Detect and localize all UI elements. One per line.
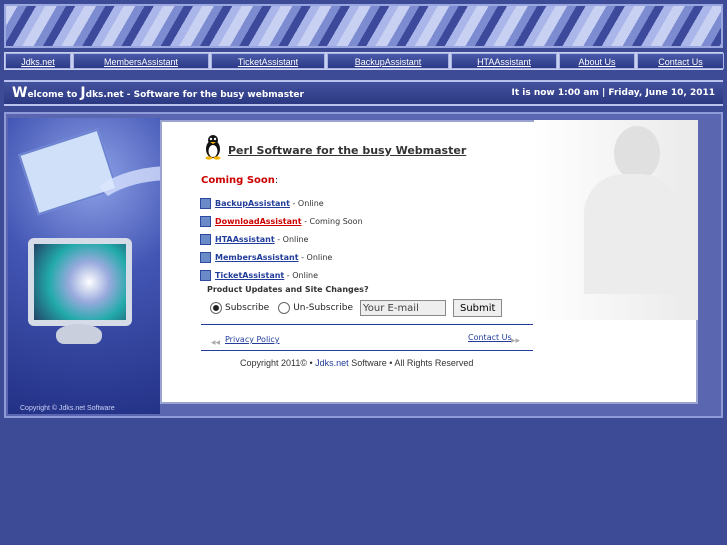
page-title: Perl Software for the busy Webmaster	[228, 144, 467, 157]
nav-htaassistant[interactable]: HTAAssistant	[451, 53, 557, 69]
divider-top	[201, 324, 533, 325]
bullet-icon	[200, 270, 211, 281]
subscribe-radio[interactable]	[210, 302, 222, 314]
contact-us-link[interactable]: Contact Us	[468, 333, 512, 342]
product-link-backupassistant[interactable]: BackupAssistant	[215, 199, 290, 208]
product-link-htaassistant[interactable]: HTAAssistant	[215, 235, 275, 244]
nav-about-us[interactable]: About Us	[559, 53, 635, 69]
nav-backupassistant[interactable]: BackupAssistant	[327, 53, 449, 69]
submit-button[interactable]: Submit	[452, 299, 503, 317]
welcome-text: Welcome to Jdks.net - Software for the b…	[12, 85, 304, 101]
updates-heading: Product Updates and Site Changes?	[207, 285, 369, 294]
art-copyright: Copyright © Jdks.net Software	[20, 405, 115, 412]
right-arrow-icon: ▸▸	[511, 336, 521, 346]
copyright-text: Copyright 2011© • Jdks.net Software • Al…	[240, 358, 474, 368]
subscribe-form: Subscribe Un-Subscribe Submit	[210, 299, 503, 317]
monitor-graphic	[28, 238, 132, 326]
welcome-bar: Welcome to Jdks.net - Software for the b…	[4, 80, 723, 106]
product-link-membersassistant[interactable]: MembersAssistant	[215, 253, 299, 262]
email-input[interactable]	[359, 300, 446, 316]
list-item: DownloadAssistant - Coming Soon	[200, 216, 363, 227]
left-arrow-icon: ◂◂	[211, 338, 221, 348]
header-banner	[4, 4, 723, 48]
nav-membersassistant[interactable]: MembersAssistant	[73, 53, 209, 69]
list-item: BackupAssistant - Online	[200, 198, 324, 209]
divider-bottom	[201, 350, 533, 351]
list-item: MembersAssistant - Online	[200, 252, 332, 263]
bullet-icon	[200, 216, 211, 227]
nav-ticketassistant[interactable]: TicketAssistant	[211, 53, 325, 69]
unsubscribe-radio[interactable]	[278, 302, 291, 314]
list-item: TicketAssistant - Online	[200, 270, 318, 281]
side-artwork: Copyright © Jdks.net Software	[8, 118, 266, 414]
coming-soon-heading: Coming Soon:	[201, 175, 279, 186]
nav-contact-us[interactable]: Contact Us	[637, 53, 724, 69]
top-nav: Jdks.net MembersAssistant TicketAssistan…	[4, 52, 724, 70]
jdks-link[interactable]: Jdks.net	[315, 358, 349, 368]
monitor-stand	[56, 324, 102, 344]
privacy-policy-link[interactable]: Privacy Policy	[225, 335, 280, 344]
nav-jdks[interactable]: Jdks.net	[5, 53, 71, 69]
product-link-ticketassistant[interactable]: TicketAssistant	[215, 271, 284, 280]
list-item: HTAAssistant - Online	[200, 234, 308, 245]
tux-icon	[205, 135, 221, 160]
subscribe-label: Subscribe	[225, 303, 270, 313]
unsubscribe-label: Un-Subscribe	[293, 303, 353, 313]
product-link-downloadassistant[interactable]: DownloadAssistant	[215, 217, 302, 226]
bullet-icon	[200, 198, 211, 209]
bullet-icon	[200, 252, 211, 263]
person-photo	[534, 120, 698, 320]
current-time: It is now 1:00 am | Friday, June 10, 201…	[511, 88, 715, 98]
bullet-icon	[200, 234, 211, 245]
